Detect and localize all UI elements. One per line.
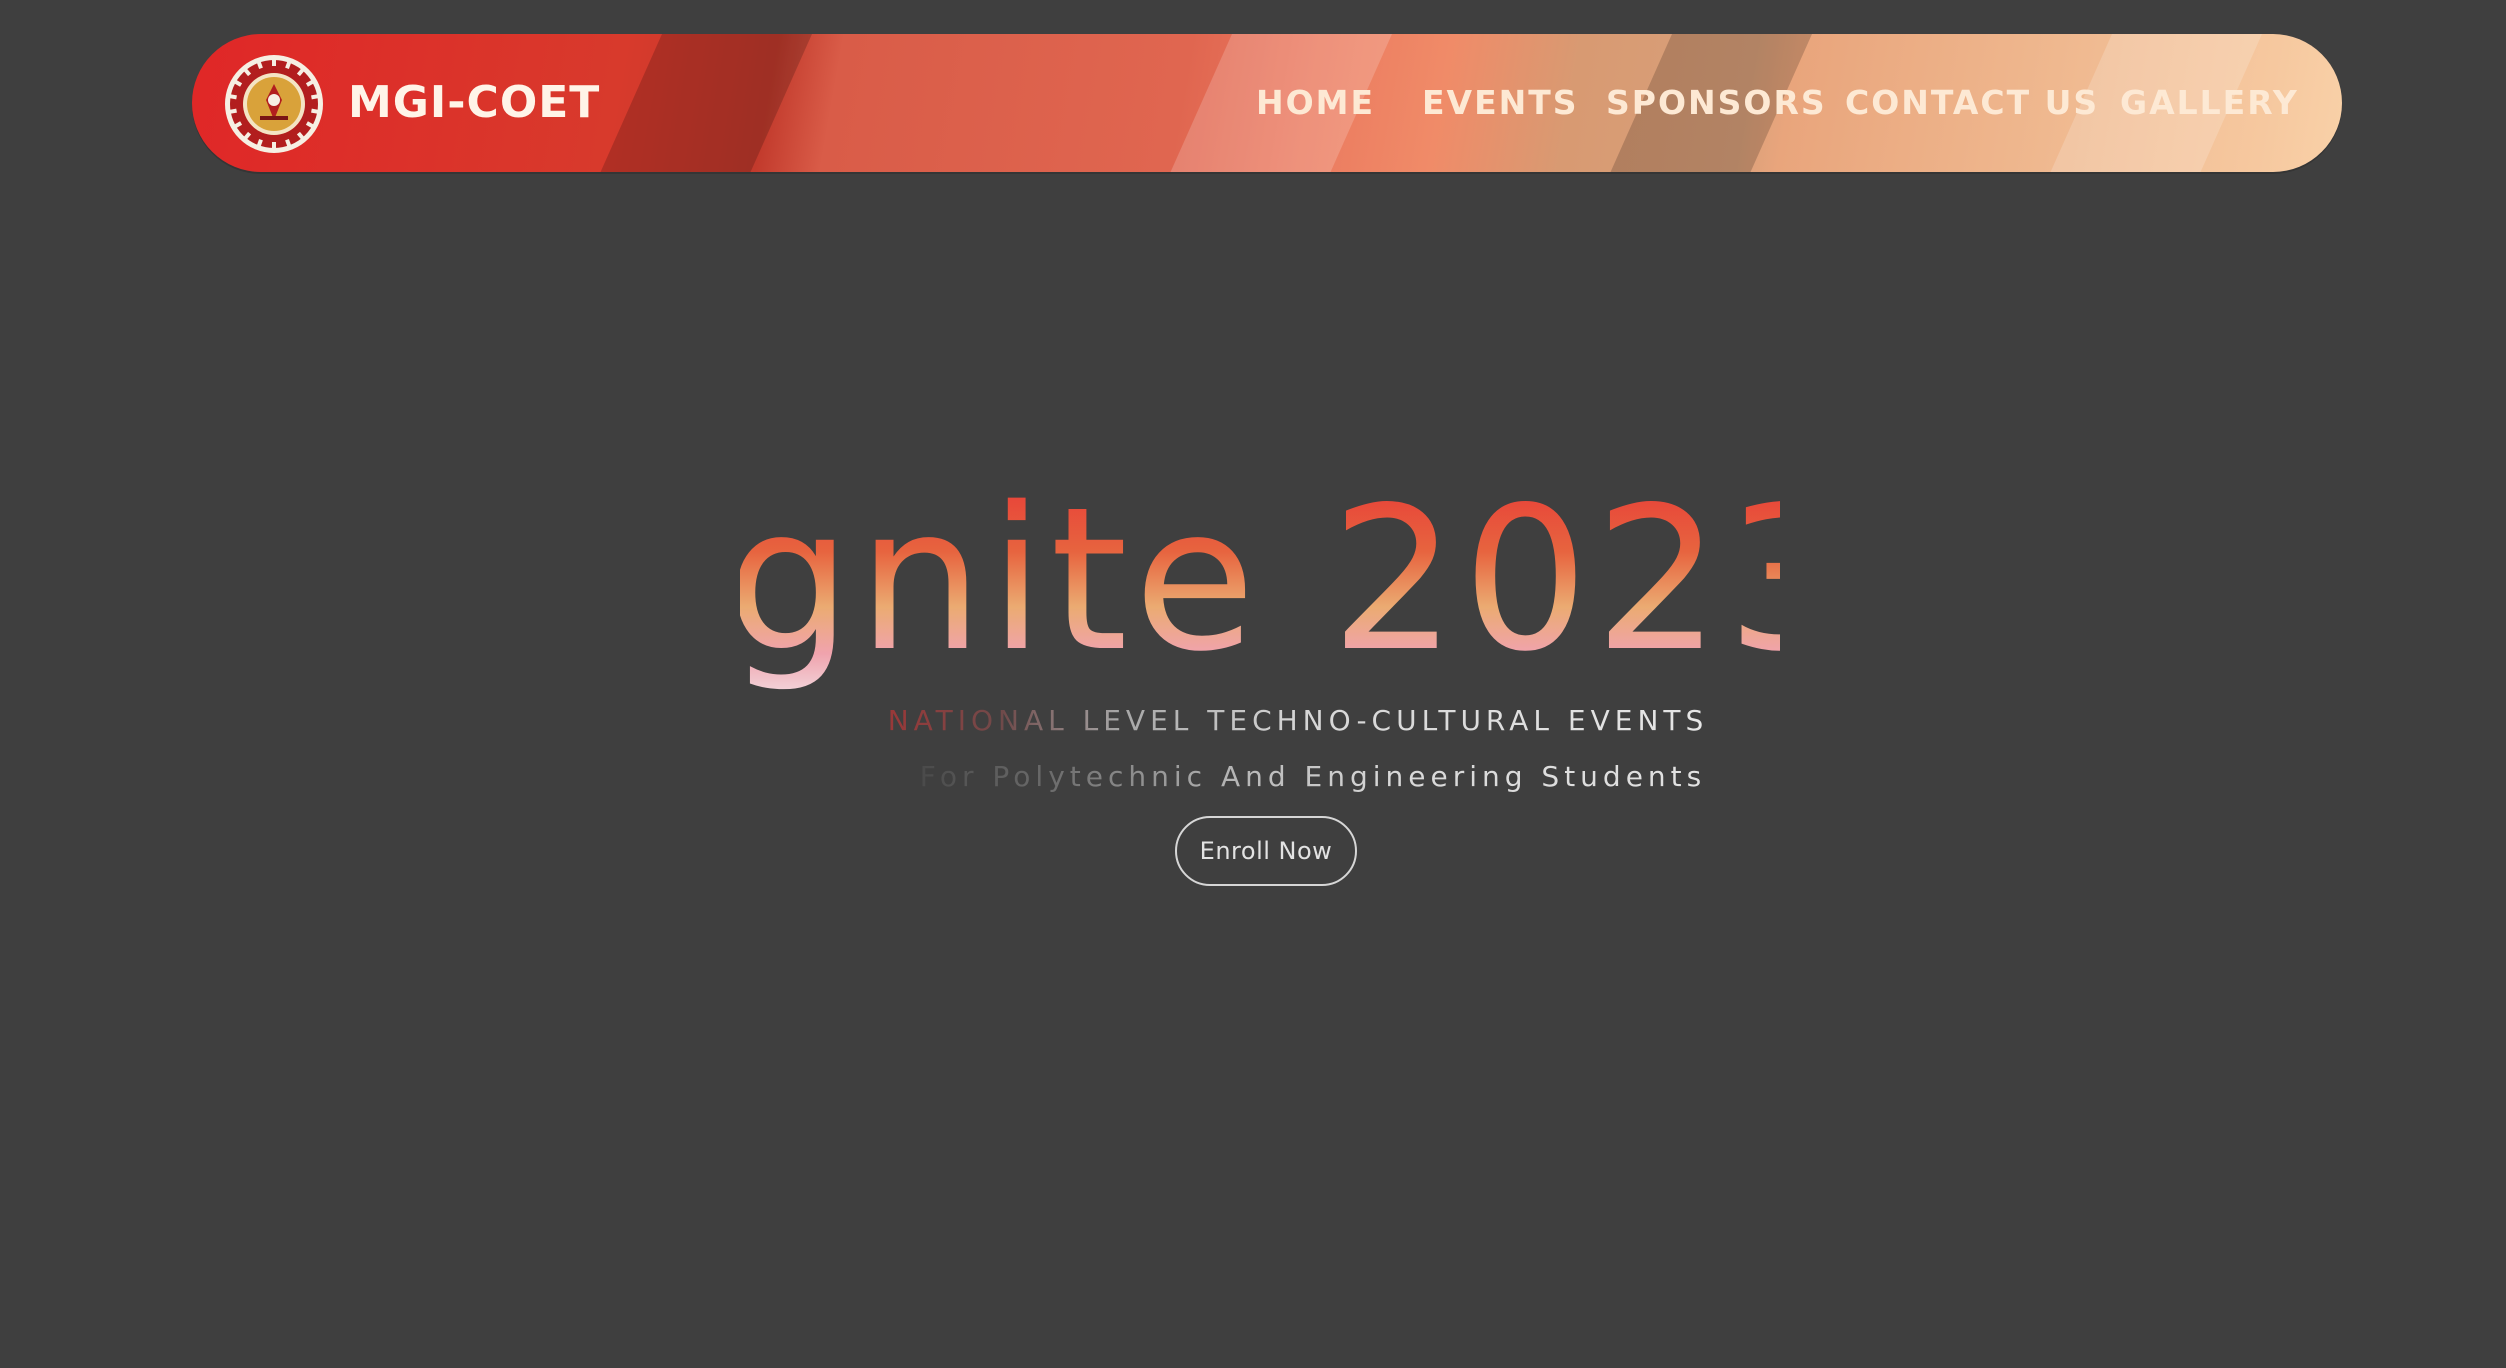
top-navbar: MGI-COET HOME EVENTS SPONSORS CONTACT US… [192,34,2342,172]
enroll-now-button[interactable]: Enroll Now [1175,816,1357,886]
hero-subtitle-line1-text: NATIONAL LEVEL TECHNO-CULTURAL EVENTS [887,704,1709,737]
nav-gallery-link[interactable]: GALLERY [2120,78,2299,128]
nav-events-link[interactable]: EVENTS [1422,78,1579,128]
nav-contact-link[interactable]: CONTACT US [1845,78,2099,128]
brand-name[interactable]: MGI-COET [348,72,600,134]
navbar-decor-band [600,34,812,172]
nav-sponsors-link[interactable]: SPONSORS [1606,78,1827,128]
hero-subtitle-line1: NATIONAL LEVEL TECHNO-CULTURAL EVENTS [0,700,2506,742]
nav-home-link[interactable]: HOME [1256,78,1375,128]
college-seal-icon[interactable] [224,54,324,154]
hero-title-text: Ignite 2023 [740,470,1780,695]
hero-subtitle-line2: For Polytechnic And Engineering Students [0,756,2506,798]
hero-subtitle-line2-text: For Polytechnic And Engineering Students [919,760,1707,793]
hero-title: Ignite 2023 [662,464,1853,700]
